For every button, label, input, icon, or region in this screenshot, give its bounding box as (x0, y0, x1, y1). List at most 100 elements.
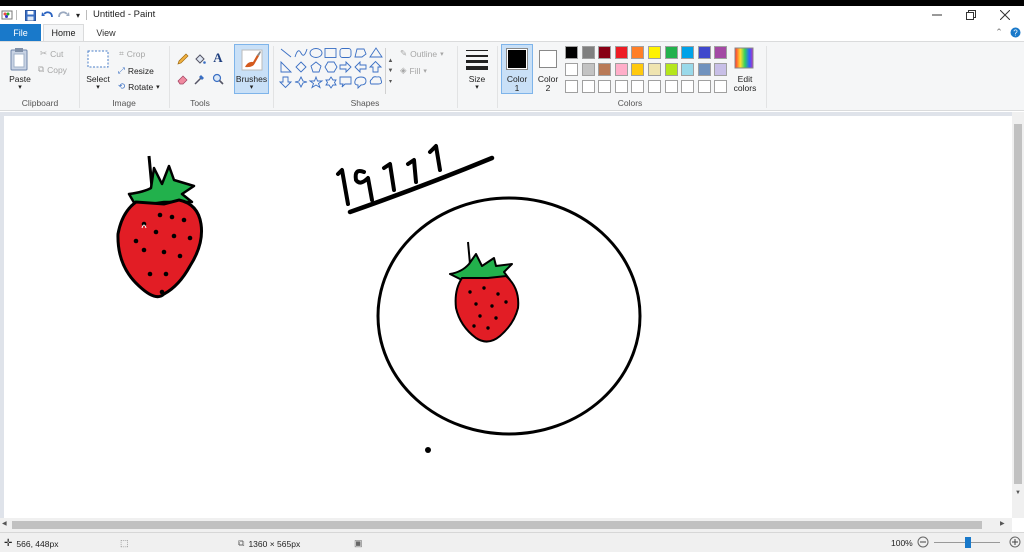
color-swatch[interactable] (648, 80, 661, 93)
color-swatch[interactable] (664, 80, 678, 93)
rotate-button[interactable]: ⟲ Rotate ▾ (118, 81, 160, 92)
scroll-left-icon[interactable]: ◀ (2, 520, 10, 530)
close-icon[interactable] (988, 6, 1022, 24)
shape-pentagon-icon (310, 61, 322, 73)
help-icon[interactable]: ? (1008, 24, 1022, 41)
color1-number: 1 (514, 83, 520, 93)
fill-bucket-icon[interactable] (193, 52, 207, 66)
customize-qa-chevron-icon[interactable]: ▾ (73, 8, 83, 22)
color-swatch[interactable] (614, 80, 628, 93)
shape-curve-icon (294, 48, 308, 58)
color-picker-icon[interactable] (193, 72, 207, 86)
canvas-drawing (116, 144, 642, 453)
strawberry-small (449, 241, 520, 343)
crop-button[interactable]: ⌗ Crop (119, 48, 145, 59)
color-swatch[interactable] (565, 63, 578, 76)
zoom-in-icon[interactable] (1009, 536, 1021, 548)
color-swatch[interactable] (598, 63, 612, 76)
shape-hexagon-icon (324, 61, 338, 73)
collapse-ribbon-chevron-icon[interactable]: ⌃ (992, 24, 1006, 41)
color-swatch[interactable] (697, 63, 711, 76)
crosshair-icon: ✛ (4, 538, 13, 549)
cut-button[interactable]: ✂ Cut (40, 48, 63, 59)
color-swatch[interactable] (714, 46, 728, 59)
select-chevron-icon[interactable]: ▾ (83, 83, 113, 91)
redo-icon[interactable] (57, 8, 71, 22)
tab-view[interactable]: View (88, 24, 124, 41)
pencil-icon[interactable] (176, 52, 190, 66)
rotate-icon: ⟲ (118, 81, 126, 91)
color-swatch[interactable] (598, 46, 612, 59)
color-swatch[interactable] (648, 63, 661, 76)
color-swatch[interactable] (581, 46, 595, 59)
color-swatch[interactable] (664, 63, 678, 76)
color-swatch[interactable] (565, 46, 578, 59)
shapes-gallery[interactable] (278, 46, 386, 96)
color-swatch[interactable] (631, 80, 645, 93)
color-swatch[interactable] (581, 63, 595, 76)
color-swatch[interactable] (697, 46, 711, 59)
copy-icon: ⧉ (38, 64, 45, 74)
color-swatch[interactable] (681, 63, 695, 76)
edit-colors-label-2: colors (733, 83, 757, 93)
color-swatch[interactable] (714, 63, 728, 76)
outline-button[interactable]: ✎ Outline ▾ (400, 48, 444, 59)
color-swatch[interactable] (614, 63, 628, 76)
fill-button[interactable]: ◈ Fill ▾ (400, 65, 427, 76)
zoom-slider-thumb[interactable] (965, 537, 971, 548)
restore-icon[interactable] (954, 6, 988, 24)
color-swatch[interactable] (664, 46, 678, 59)
brushes-chevron-icon[interactable]: ▾ (234, 83, 269, 91)
outline-icon: ✎ (400, 48, 408, 58)
select-rectangle-icon[interactable] (86, 48, 110, 70)
color-swatch[interactable] (581, 80, 595, 93)
shape-callout-oval-icon (354, 76, 367, 90)
color-swatch[interactable] (565, 80, 578, 93)
paint-app-icon[interactable] (0, 8, 14, 22)
clipboard-icon[interactable] (8, 46, 32, 72)
color-swatch[interactable] (614, 46, 628, 59)
line-size-icon[interactable] (464, 47, 490, 71)
canvas-size: ⧉ 1360 × 565px (238, 538, 301, 549)
shapes-scroll-down-icon[interactable]: ▼ (388, 68, 394, 74)
zoom-out-icon[interactable] (917, 536, 929, 548)
group-divider (169, 46, 170, 108)
tab-home[interactable]: Home (43, 24, 84, 41)
vertical-scroll-thumb[interactable] (1014, 124, 1022, 484)
shapes-expand-icon[interactable]: ▾ (389, 78, 392, 85)
color-swatch[interactable] (714, 80, 728, 93)
undo-icon[interactable] (40, 8, 54, 22)
color-swatch[interactable] (631, 46, 645, 59)
size-chevron-icon[interactable]: ▾ (462, 83, 492, 91)
vertical-scrollbar[interactable]: ▼ (1012, 112, 1024, 518)
crop-icon: ⌗ (119, 48, 124, 58)
magnifier-icon[interactable] (211, 72, 225, 86)
shapes-scroll-up-icon[interactable]: ▲ (388, 58, 394, 64)
shape-star6-icon (325, 76, 337, 89)
color-swatch[interactable] (681, 80, 695, 93)
color-swatch[interactable] (648, 46, 661, 59)
minimize-icon[interactable] (920, 6, 954, 24)
resize-button[interactable]: ⤢ Resize (118, 65, 154, 76)
image-group-label: Image (112, 98, 136, 108)
scroll-down-icon[interactable]: ▼ (1014, 490, 1022, 500)
tab-file[interactable]: File (0, 24, 41, 41)
drawing-canvas[interactable] (4, 116, 1012, 518)
color-swatch[interactable] (697, 80, 711, 93)
save-icon[interactable] (23, 8, 37, 22)
paste-chevron-icon[interactable]: ▾ (5, 83, 35, 91)
shapes-scroll[interactable]: ▲ ▼ ▾ (385, 48, 395, 94)
color-swatch[interactable] (631, 63, 645, 76)
horizontal-scroll-thumb[interactable] (12, 521, 982, 529)
color-swatch[interactable] (598, 80, 612, 93)
color-swatch[interactable] (681, 46, 695, 59)
text-tool-icon[interactable]: A (211, 50, 225, 66)
color2-swatch-frame[interactable] (539, 50, 557, 68)
window-title: Untitled - Paint (93, 9, 156, 20)
scroll-right-icon[interactable]: ▶ (1000, 520, 1008, 530)
horizontal-scrollbar[interactable]: ◀ ▶ (0, 518, 1012, 532)
copy-button[interactable]: ⧉ Copy (38, 64, 67, 75)
shape-line-icon (280, 48, 292, 58)
eraser-icon[interactable] (176, 72, 190, 86)
edit-colors-icon[interactable] (733, 46, 755, 70)
